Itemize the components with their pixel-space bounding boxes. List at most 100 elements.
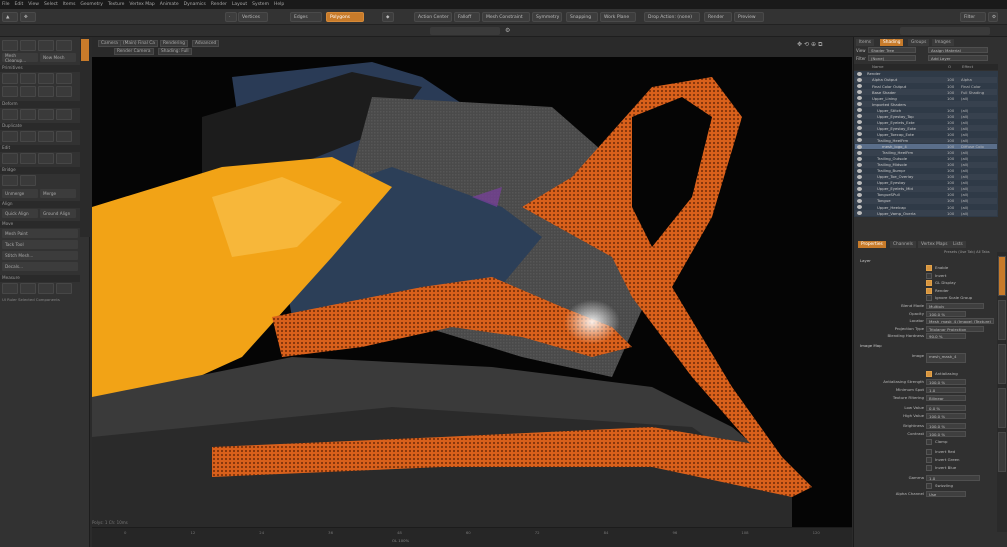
shader-tree-row[interactable]: Upper_Vamp_Overla 100 (all) [855,210,997,217]
slice-icon[interactable] [2,153,18,164]
cylinder-icon[interactable] [38,73,54,84]
volume-icon[interactable] [56,283,72,294]
left-side-tabs[interactable] [80,37,90,237]
tab-shading[interactable]: Shading [880,39,904,46]
tack-tool-button[interactable]: Tack Tool [2,240,78,249]
visibility-eye-icon[interactable] [857,192,862,197]
opacity-field[interactable]: 100.0 % [926,310,966,317]
visibility-eye-icon[interactable] [857,138,862,143]
shader-tree[interactable]: Render Alpha Output 100 Alpha Final Color Ou… [854,71,998,217]
symmetry-button[interactable]: Symmetry [532,12,562,22]
shader-tree-row[interactable]: Upper_Lining 100 (all) [855,95,997,101]
swizzling-checkbox[interactable] [926,483,932,489]
visibility-eye-icon[interactable] [857,84,862,89]
search-input[interactable]: Filter [960,12,986,22]
image-dropdown[interactable]: mesh_mask_4 [926,353,966,363]
side-tab-assembly[interactable] [998,432,1006,472]
shader-tree-row[interactable]: Base Shader 100 Full Shading [855,89,997,96]
clone-icon[interactable] [38,131,54,142]
menu-render[interactable]: Render [211,2,227,7]
merge-button[interactable]: Merge [40,189,76,198]
ignore-scale-checkbox[interactable] [926,295,932,302]
select-tool-icon[interactable]: ▲ [2,12,18,22]
shader-tree-row[interactable]: Trailing_Midsole 100 (all) [855,161,997,168]
visibility-eye-icon[interactable] [857,162,862,167]
presets-bar[interactable]: Presets (Use Tab) All Tabs [944,250,990,254]
brightness-field[interactable]: 100.0 % [926,423,966,429]
loop-tool-icon[interactable] [56,40,72,51]
shader-tree-row[interactable]: Upper_Heelcap 100 (all) [855,204,997,210]
thicken-icon[interactable] [56,153,72,164]
menu-layout[interactable]: Layout [232,2,247,7]
viewport-nav-icons[interactable]: ✥⟲⊕⧉ [797,41,824,49]
invert-blue-checkbox[interactable] [926,465,932,471]
shader-tree-row[interactable]: Upper_Toe_Overlay 100 (all) [855,173,997,180]
drop-action-dropdown[interactable]: Drop Action: (none) [644,12,700,22]
snapping-button[interactable]: Snapping [566,12,598,22]
tab-properties[interactable]: Properties [858,241,886,248]
capsule-icon[interactable] [20,86,36,97]
visibility-eye-icon[interactable] [857,96,862,101]
menu-edit[interactable]: Edit [15,2,24,7]
side-tab-active[interactable] [81,39,89,61]
visibility-eye-icon[interactable] [857,205,862,210]
dimension-icon[interactable] [20,283,36,294]
action-center-button[interactable]: Action Center [414,12,452,22]
view-dropdown[interactable]: Shader Tree [868,47,916,53]
mesh-paint-button[interactable]: Mesh Paint [2,229,78,238]
render-checkbox[interactable] [926,287,932,294]
bevel-tool-icon[interactable] [2,40,18,51]
invert-green-checkbox[interactable] [926,457,932,463]
menu-view[interactable]: View [28,2,39,7]
tab-vertex-maps[interactable]: Vertex Maps [918,241,951,248]
settings-gear-icon[interactable]: ⚙ [988,12,998,22]
menu-items[interactable]: Items [63,2,76,7]
shader-tree-row[interactable]: TongueSPull 100 (all) [855,192,997,198]
shader-tree-row[interactable]: Upper_Stitch 100 (all) [855,107,997,113]
aa-strength-field[interactable]: 100.0 % [926,379,966,385]
side-tab-properties[interactable] [998,256,1006,296]
gl-display-checkbox[interactable] [926,280,932,287]
visibility-eye-icon[interactable] [857,168,862,173]
knife-icon[interactable] [20,153,36,164]
visibility-eye-icon[interactable] [857,211,862,216]
filter-dropdown[interactable]: (None) [868,55,916,61]
rendering-tab[interactable]: Rendering [160,40,188,47]
menu-texture[interactable]: Texture [108,2,124,7]
visibility-eye-icon[interactable] [857,102,862,107]
extrude-tool-icon[interactable] [20,40,36,51]
blend-mode-dropdown[interactable]: Multiply [926,303,984,309]
pen-icon[interactable] [56,86,72,97]
tube-icon[interactable] [38,86,54,97]
gamma-field[interactable]: 1.0 [926,475,980,481]
cone-icon[interactable] [56,73,72,84]
move-tool-icon[interactable]: ✥ [20,12,36,22]
items-mode-icon[interactable]: ◆ [382,12,394,22]
antialiasing-checkbox[interactable] [926,371,932,377]
twist-icon[interactable] [20,109,36,120]
mesh-constraint-button[interactable]: Mesh Constraint [482,12,530,22]
clamp-checkbox[interactable] [926,439,932,445]
tab-items[interactable]: Items [856,39,875,46]
shader-tree-row[interactable]: Render [855,71,997,77]
final-camera-tab[interactable]: (Main) Final Ca [120,40,158,47]
unmerge-button[interactable]: Unmerge [2,189,38,198]
vertex-mode-icon[interactable]: · [225,12,237,22]
menu-system[interactable]: System [252,2,269,7]
side-tab-item-list[interactable] [998,388,1006,428]
ground-align-button[interactable]: Ground Align [40,209,76,218]
min-spot-field[interactable]: 1.0 [926,387,966,393]
texture-filter-dropdown[interactable]: Bilinear [926,395,966,401]
torus-icon[interactable] [2,86,18,97]
cube-icon[interactable] [2,73,18,84]
shader-tree-row[interactable]: Tongue 100 (all) [855,198,997,204]
layout-icons[interactable] [900,27,990,35]
visibility-eye-icon[interactable] [857,132,862,137]
shader-tree-row[interactable]: Trailing_Bumpr 100 (all) [855,168,997,174]
visibility-eye-icon[interactable] [857,120,862,125]
menu-vertex-map[interactable]: Vertex Map [129,2,154,7]
radial-array-icon[interactable] [20,131,36,142]
projection-dropdown[interactable]: Triplanar Projection [926,325,984,332]
menu-dynamics[interactable]: Dynamics [184,2,206,7]
visibility-eye-icon[interactable] [857,198,862,203]
